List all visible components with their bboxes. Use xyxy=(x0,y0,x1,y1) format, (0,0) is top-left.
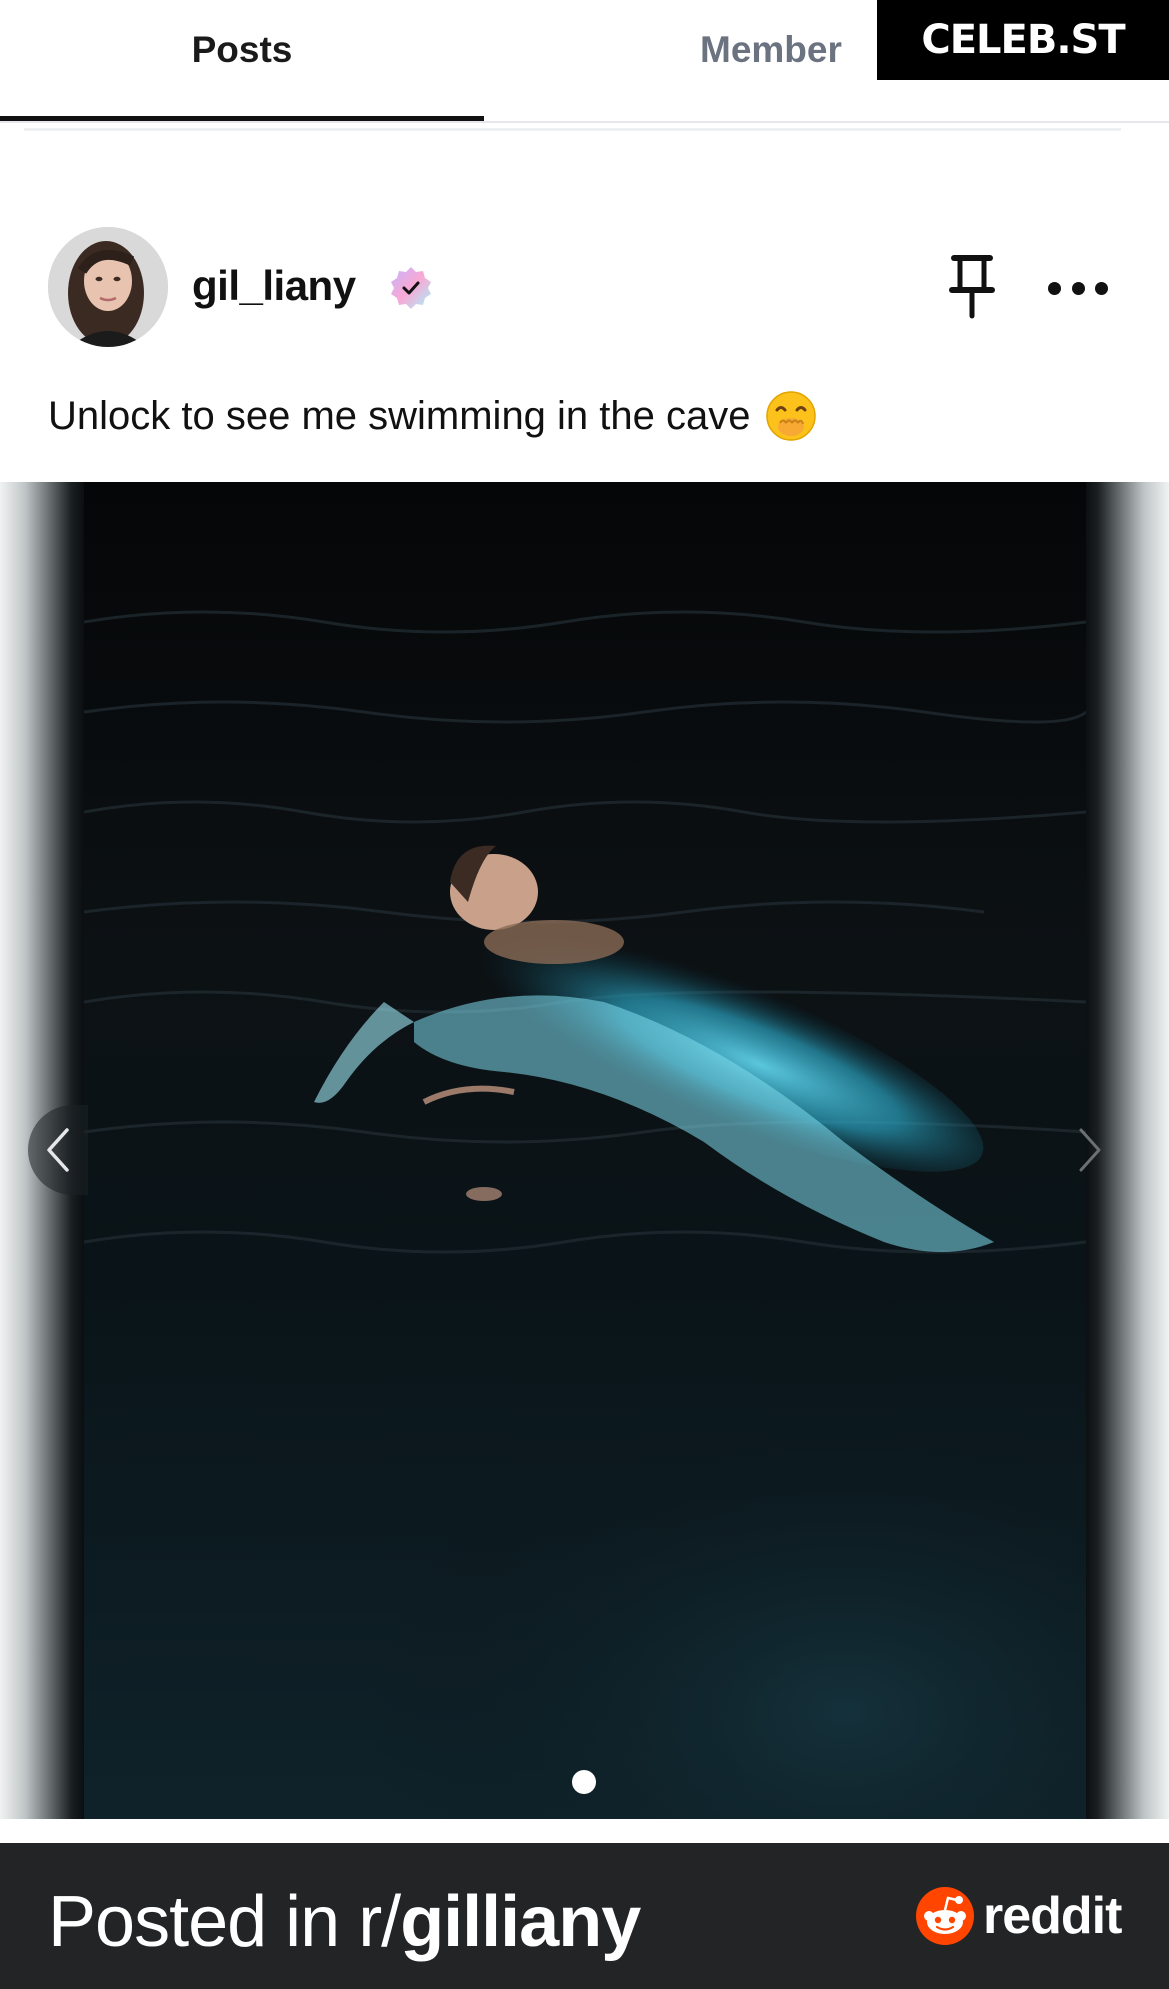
subreddit-name[interactable]: gilliany xyxy=(400,1882,641,1962)
reddit-footer-banner: Posted in r/gilliany reddit xyxy=(0,1843,1169,1989)
post-photo xyxy=(83,482,1088,1819)
pin-icon[interactable] xyxy=(946,254,998,320)
face-with-hand-over-mouth-icon xyxy=(765,390,817,442)
reddit-logo: reddit xyxy=(915,1883,1122,1949)
carousel-pager-dot xyxy=(572,1770,596,1794)
chevron-left-icon xyxy=(47,1128,69,1172)
posted-in-prefix: Posted in r/ xyxy=(48,1882,401,1962)
watermark-text: CELEB.ST xyxy=(921,17,1125,63)
reddit-snoo-icon xyxy=(915,1886,975,1946)
reddit-wordmark: reddit xyxy=(983,1887,1122,1945)
post-username[interactable]: gil_liany xyxy=(192,262,356,310)
carousel-next-button[interactable] xyxy=(1060,1105,1120,1195)
tab-posts[interactable]: Posts xyxy=(0,0,484,100)
tab-members-label: Member xyxy=(700,29,842,70)
verified-badge-icon xyxy=(387,264,435,312)
section-divider xyxy=(24,128,1121,131)
post-caption-text: Unlock to see me swimming in the cave xyxy=(48,393,751,438)
tab-posts-label: Posts xyxy=(191,29,293,70)
post-media-carousel[interactable] xyxy=(0,482,1169,1819)
chevron-right-icon xyxy=(1079,1128,1101,1172)
more-options-icon[interactable] xyxy=(1048,268,1108,308)
avatar[interactable] xyxy=(48,227,168,347)
tab-divider xyxy=(0,121,1169,123)
posted-in-text: Posted in r/gilliany xyxy=(48,1881,641,1963)
watermark-logo: CELEB.ST xyxy=(877,0,1169,80)
post-caption: Unlock to see me swimming in the cave xyxy=(48,390,817,442)
